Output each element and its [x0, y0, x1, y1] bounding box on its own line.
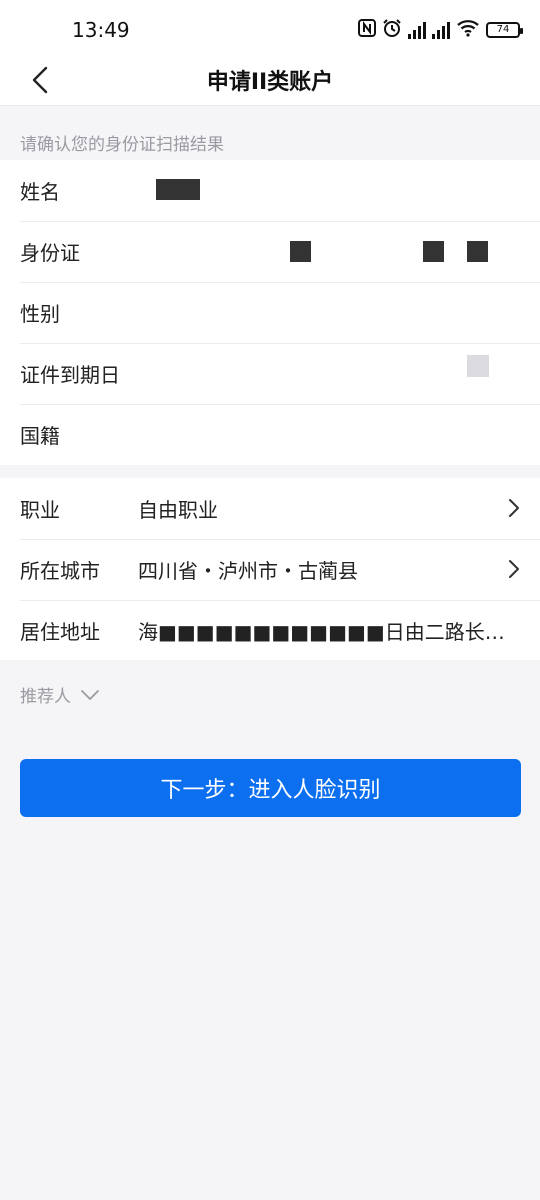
redaction-mask	[290, 241, 311, 262]
field-label: 姓名	[20, 180, 60, 204]
next-face-recognition-button[interactable]: 下一步：进入人脸识别	[20, 759, 521, 817]
wifi-icon	[456, 19, 480, 41]
field-label: 职业	[20, 498, 60, 522]
field-label: 国籍	[20, 424, 60, 448]
signal-icon	[408, 21, 426, 39]
address-row[interactable]: 居住地址 海■■■■■■■■■■■■日由二路长升路1…	[0, 600, 540, 661]
signal-icon	[432, 21, 450, 39]
field-label: 所在城市	[20, 559, 100, 583]
field-label: 证件到期日	[20, 363, 120, 387]
page-title: 申请II类账户	[206, 70, 334, 95]
field-label: 身份证	[20, 241, 80, 265]
chevron-right-icon	[506, 557, 522, 581]
referrer-toggle[interactable]: 推荐人	[20, 682, 101, 707]
chevron-right-icon	[506, 496, 522, 520]
redaction-mask	[467, 241, 488, 262]
redaction-mask	[156, 179, 200, 200]
status-bar: 13:49 74	[0, 0, 540, 56]
alarm-icon	[382, 18, 402, 42]
status-time: 13:49	[72, 18, 130, 42]
redaction-mask	[467, 355, 489, 377]
id-field-name: 姓名	[0, 160, 540, 221]
id-field-gender: 性别	[0, 282, 540, 343]
redaction-mask	[423, 241, 444, 262]
chevron-down-icon	[81, 689, 99, 700]
id-field-expiry-date: 证件到期日	[0, 343, 540, 404]
nav-bar: 申请II类账户	[0, 56, 540, 106]
occupation-row[interactable]: 职业 自由职业	[0, 478, 540, 539]
field-label: 居住地址	[20, 620, 100, 644]
battery-icon: 74	[486, 22, 523, 38]
id-info-card: 姓名 身份证 性别 证件到期日 国籍	[0, 160, 540, 465]
address-value[interactable]: 海■■■■■■■■■■■■日由二路长升路1…	[138, 616, 540, 645]
field-label: 性别	[20, 302, 60, 326]
status-icons: 74	[358, 18, 523, 42]
id-field-nationality: 国籍	[0, 404, 540, 465]
referrer-label: 推荐人	[20, 687, 71, 707]
city-row[interactable]: 所在城市 四川省・泸州市・古蔺县	[0, 539, 540, 600]
city-value: 四川省・泸州市・古蔺县	[138, 559, 358, 583]
id-field-id-number: 身份证	[0, 221, 540, 282]
nfc-icon	[358, 19, 376, 41]
personal-info-card: 职业 自由职业 所在城市 四川省・泸州市・古蔺县 居住地址 海■■■■■■■■■…	[0, 478, 540, 660]
occupation-value: 自由职业	[138, 498, 218, 522]
scan-result-hint: 请确认您的身份证扫描结果	[20, 135, 224, 155]
